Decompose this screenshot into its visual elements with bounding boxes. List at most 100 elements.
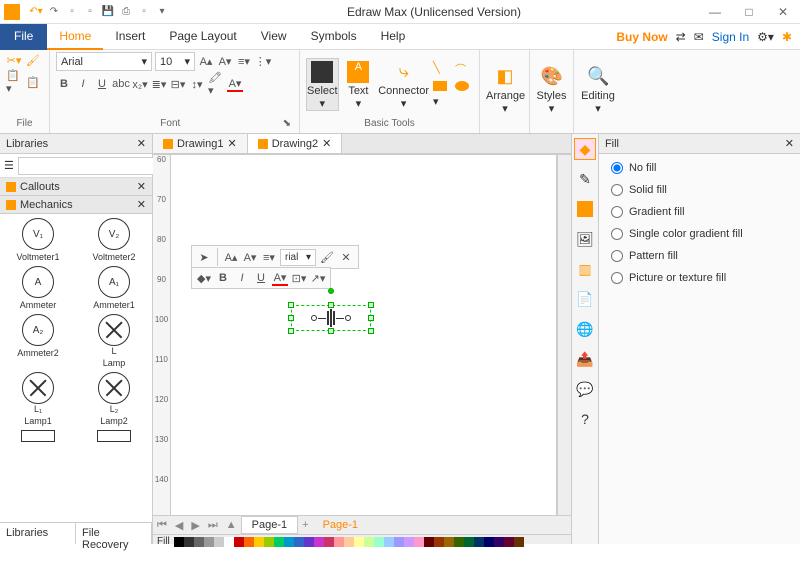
color-swatch[interactable]	[194, 537, 204, 547]
color-swatch[interactable]	[294, 537, 304, 547]
color-swatch[interactable]	[434, 537, 444, 547]
shape-lamp2[interactable]: L₂Lamp2	[80, 372, 148, 426]
section-callouts[interactable]: Callouts	[20, 181, 60, 193]
grow-font-icon[interactable]: A▴	[198, 54, 214, 70]
bullet-icon[interactable]: ≣▾	[151, 76, 167, 92]
page-up-icon[interactable]: ▲	[222, 519, 241, 531]
color-swatch[interactable]	[204, 537, 214, 547]
page-prev-icon[interactable]: ◀	[171, 519, 187, 532]
color-swatch[interactable]	[454, 537, 464, 547]
color-swatch[interactable]	[394, 537, 404, 547]
page-tool-icon[interactable]: 📄	[574, 288, 596, 310]
line-tool-icon[interactable]: ✎	[574, 168, 596, 190]
vertical-scrollbar[interactable]	[557, 155, 571, 515]
close-tab-icon[interactable]: ✕	[322, 137, 331, 150]
export-icon[interactable]: ▫	[136, 4, 152, 20]
fill-option-single-gradient[interactable]: Single color gradient fill	[611, 228, 788, 240]
highlight-icon[interactable]: 🖍▾	[208, 76, 224, 92]
shape-ammeter2[interactable]: A₂Ammeter2	[4, 314, 72, 368]
layer-tool-icon[interactable]: ▥	[574, 258, 596, 280]
gear-icon[interactable]: ⚙▾	[757, 30, 774, 44]
color-swatch[interactable]	[214, 537, 224, 547]
page-last-icon[interactable]: ⏭	[204, 519, 222, 532]
color-swatch[interactable]	[414, 537, 424, 547]
color-swatch[interactable]	[444, 537, 454, 547]
color-swatch[interactable]	[234, 537, 244, 547]
redo-icon[interactable]: ↷	[46, 4, 62, 20]
close-tab-icon[interactable]: ✕	[227, 137, 236, 150]
page-first-icon[interactable]: ⏮	[153, 519, 171, 532]
text-tool[interactable]: AText▾	[343, 59, 375, 110]
tab-help[interactable]: Help	[369, 24, 418, 50]
shape-voltmeter2[interactable]: V₂Voltmeter2	[80, 218, 148, 262]
color-swatch[interactable]	[354, 537, 364, 547]
fill-option-picture[interactable]: Picture or texture fill	[611, 272, 788, 284]
share-icon[interactable]: ⇄	[676, 30, 686, 44]
italic-icon[interactable]: I	[75, 76, 91, 92]
color-swatch[interactable]	[494, 537, 504, 547]
format-painter-icon[interactable]: 🖌	[319, 249, 335, 265]
fill-panel-close-icon[interactable]: ✕	[785, 137, 794, 150]
tab-insert[interactable]: Insert	[103, 24, 157, 50]
file-menu-button[interactable]: File	[0, 24, 47, 50]
color-swatch[interactable]	[224, 537, 234, 547]
line-spacing-icon[interactable]: ↕▾	[189, 76, 205, 92]
paste-icon-2[interactable]: 📋	[25, 74, 41, 90]
arrange-button[interactable]: ◧Arrange▾	[486, 64, 524, 115]
close-toolbar-icon[interactable]: ✕	[338, 249, 354, 265]
shape-blank2[interactable]	[80, 430, 148, 442]
strikethrough-icon[interactable]: abc	[113, 76, 129, 92]
hyperlink-tool-icon[interactable]: 🌐	[574, 318, 596, 340]
fill-tool-icon[interactable]: ◆	[574, 138, 596, 160]
image-tool-icon[interactable]: 🖼	[574, 228, 596, 250]
rect-shape-icon[interactable]	[433, 81, 447, 91]
feedback-icon[interactable]: ✉	[694, 30, 704, 44]
align-icon[interactable]: ≡▾	[261, 249, 277, 265]
align-icon[interactable]: ≡▾	[236, 54, 252, 70]
sign-in-link[interactable]: Sign In	[712, 30, 749, 44]
format-painter-icon[interactable]: 🖌	[25, 52, 41, 68]
font-preview[interactable]: rial▾	[280, 249, 316, 266]
minimize-button[interactable]: —	[698, 0, 732, 24]
color-swatch[interactable]	[504, 537, 514, 547]
fill-option-no-fill[interactable]: No fill	[611, 162, 788, 174]
maximize-button[interactable]: □	[732, 0, 766, 24]
underline-icon[interactable]: U	[94, 76, 110, 92]
connector-icon[interactable]: ↗▾	[310, 270, 326, 286]
color-swatch[interactable]	[264, 537, 274, 547]
fill-option-solid[interactable]: Solid fill	[611, 184, 788, 196]
copy-icon[interactable]: 📋▾	[6, 74, 22, 90]
tab-page-layout[interactable]: Page Layout	[157, 24, 248, 50]
pointer-icon[interactable]: ➤	[196, 249, 212, 265]
font-color-icon[interactable]: A▾	[272, 270, 288, 286]
styles-button[interactable]: 🎨Styles▾	[536, 64, 567, 115]
color-swatch[interactable]	[514, 537, 524, 547]
color-swatch[interactable]	[384, 537, 394, 547]
shape-lamp[interactable]: LLamp	[80, 314, 148, 368]
color-swatch[interactable]	[254, 537, 264, 547]
numbering-icon[interactable]: ⊟▾	[170, 76, 186, 92]
font-color-icon[interactable]: A▾	[227, 76, 243, 92]
shrink-font-icon[interactable]: A▾	[217, 54, 233, 70]
shrink-font-icon[interactable]: A▾	[242, 249, 258, 265]
ellipse-shape-icon[interactable]	[455, 81, 469, 91]
color-swatch[interactable]	[284, 537, 294, 547]
fill-icon[interactable]: ◆▾	[196, 270, 212, 286]
bold-icon[interactable]: B	[215, 270, 231, 286]
libraries-close-icon[interactable]: ✕	[137, 137, 146, 150]
line-icon[interactable]: ⊡▾	[291, 270, 307, 286]
comment-tool-icon[interactable]: 💬	[574, 378, 596, 400]
color-swatch[interactable]	[424, 537, 434, 547]
add-page-icon[interactable]: +	[298, 519, 312, 531]
color-swatch[interactable]	[304, 537, 314, 547]
paste-icon[interactable]: ✂▾	[6, 52, 22, 68]
doc-tab-drawing1[interactable]: Drawing1✕	[153, 134, 248, 153]
underline-icon[interactable]: U	[253, 270, 269, 286]
color-swatch[interactable]	[184, 537, 194, 547]
color-swatch[interactable]	[404, 537, 414, 547]
new-icon[interactable]: ▫	[64, 4, 80, 20]
italic-icon[interactable]: I	[234, 270, 250, 286]
color-swatch[interactable]	[474, 537, 484, 547]
bold-icon[interactable]: B	[56, 76, 72, 92]
shape-tool-icon[interactable]	[574, 198, 596, 220]
